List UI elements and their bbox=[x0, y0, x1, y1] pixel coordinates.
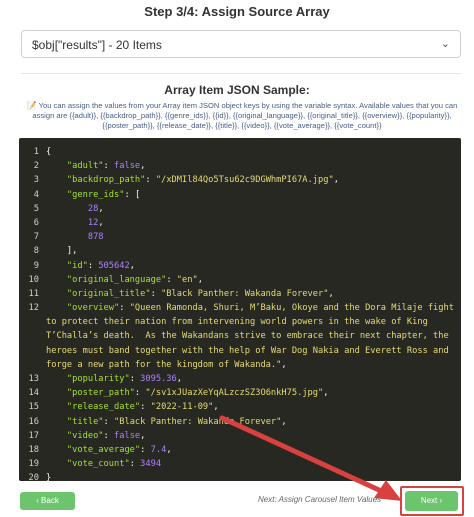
code-line: 7 878 bbox=[33, 232, 104, 243]
code-line: 14 "poster_path": "/sv1xJUazXeYqALzczSZ3… bbox=[28, 388, 329, 399]
code-line: 15 "release_date": "2022-11-09", bbox=[28, 402, 219, 413]
divider bbox=[21, 73, 461, 74]
note-icon: 📝 bbox=[26, 101, 37, 110]
source-array-select[interactable]: $obj["results"] - 20 Items ⌄ bbox=[21, 30, 461, 58]
code-line: 18 "vote_average": 7.4, bbox=[28, 444, 172, 455]
code-line: 9 "id": 505642, bbox=[33, 260, 135, 271]
hint-body: You can assign the values from your Arra… bbox=[32, 101, 458, 130]
code-line: 5 28, bbox=[33, 203, 104, 214]
code-line-wrap: heroes must band together with the help … bbox=[46, 345, 449, 356]
code-line: 11 "original_title": "Black Panther: Wak… bbox=[28, 288, 334, 299]
code-line: 12 "overview": "Queen Ramonda, Shuri, M’… bbox=[28, 303, 454, 314]
chevron-down-icon: ⌄ bbox=[440, 38, 450, 50]
source-array-value: $obj["results"] - 20 Items bbox=[32, 38, 162, 52]
sample-title: Array Item JSON Sample: bbox=[164, 83, 310, 97]
code-line: 17 "video": false, bbox=[28, 430, 146, 441]
code-line: 10 "original_language": "en", bbox=[28, 274, 203, 285]
hint-text: 📝 You can assign the values from your Ar… bbox=[20, 101, 464, 131]
step-title: Step 3/4: Assign Source Array bbox=[144, 4, 330, 19]
code-line: 2 "adult": false, bbox=[33, 161, 146, 172]
code-line: 1{ bbox=[33, 147, 52, 157]
code-line: 13 "popularity": 3095.36, bbox=[28, 374, 183, 384]
code-line: 3 "backdrop_path": "/xDMIl84Qo5Tsu62c9DG… bbox=[33, 175, 339, 186]
back-button[interactable]: ‹ Back bbox=[20, 492, 75, 510]
code-line-wrap: forge a new path for the kingdom of Waka… bbox=[46, 359, 287, 370]
next-button[interactable]: Next › bbox=[405, 491, 458, 511]
code-line: 16 "title": "Black Panther: Wakanda Fore… bbox=[28, 416, 287, 427]
next-step-caption: Next: Assign Carousel Item Values bbox=[258, 495, 382, 504]
code-line: 6 12, bbox=[33, 217, 104, 228]
code-line: 8 ], bbox=[33, 246, 78, 257]
json-code-block: 1{ 2 "adult": false, 3 "backdrop_path": … bbox=[19, 138, 461, 481]
code-line-wrap: T’Challa’s death. As the Wakandans striv… bbox=[46, 331, 449, 342]
code-line: 4 "genre_ids": [ bbox=[33, 189, 141, 200]
code-line: 20} bbox=[28, 473, 52, 481]
code-line-wrap: to protect their nation from intervening… bbox=[46, 317, 428, 328]
code-line: 19 "vote_count": 3494 bbox=[28, 459, 162, 470]
